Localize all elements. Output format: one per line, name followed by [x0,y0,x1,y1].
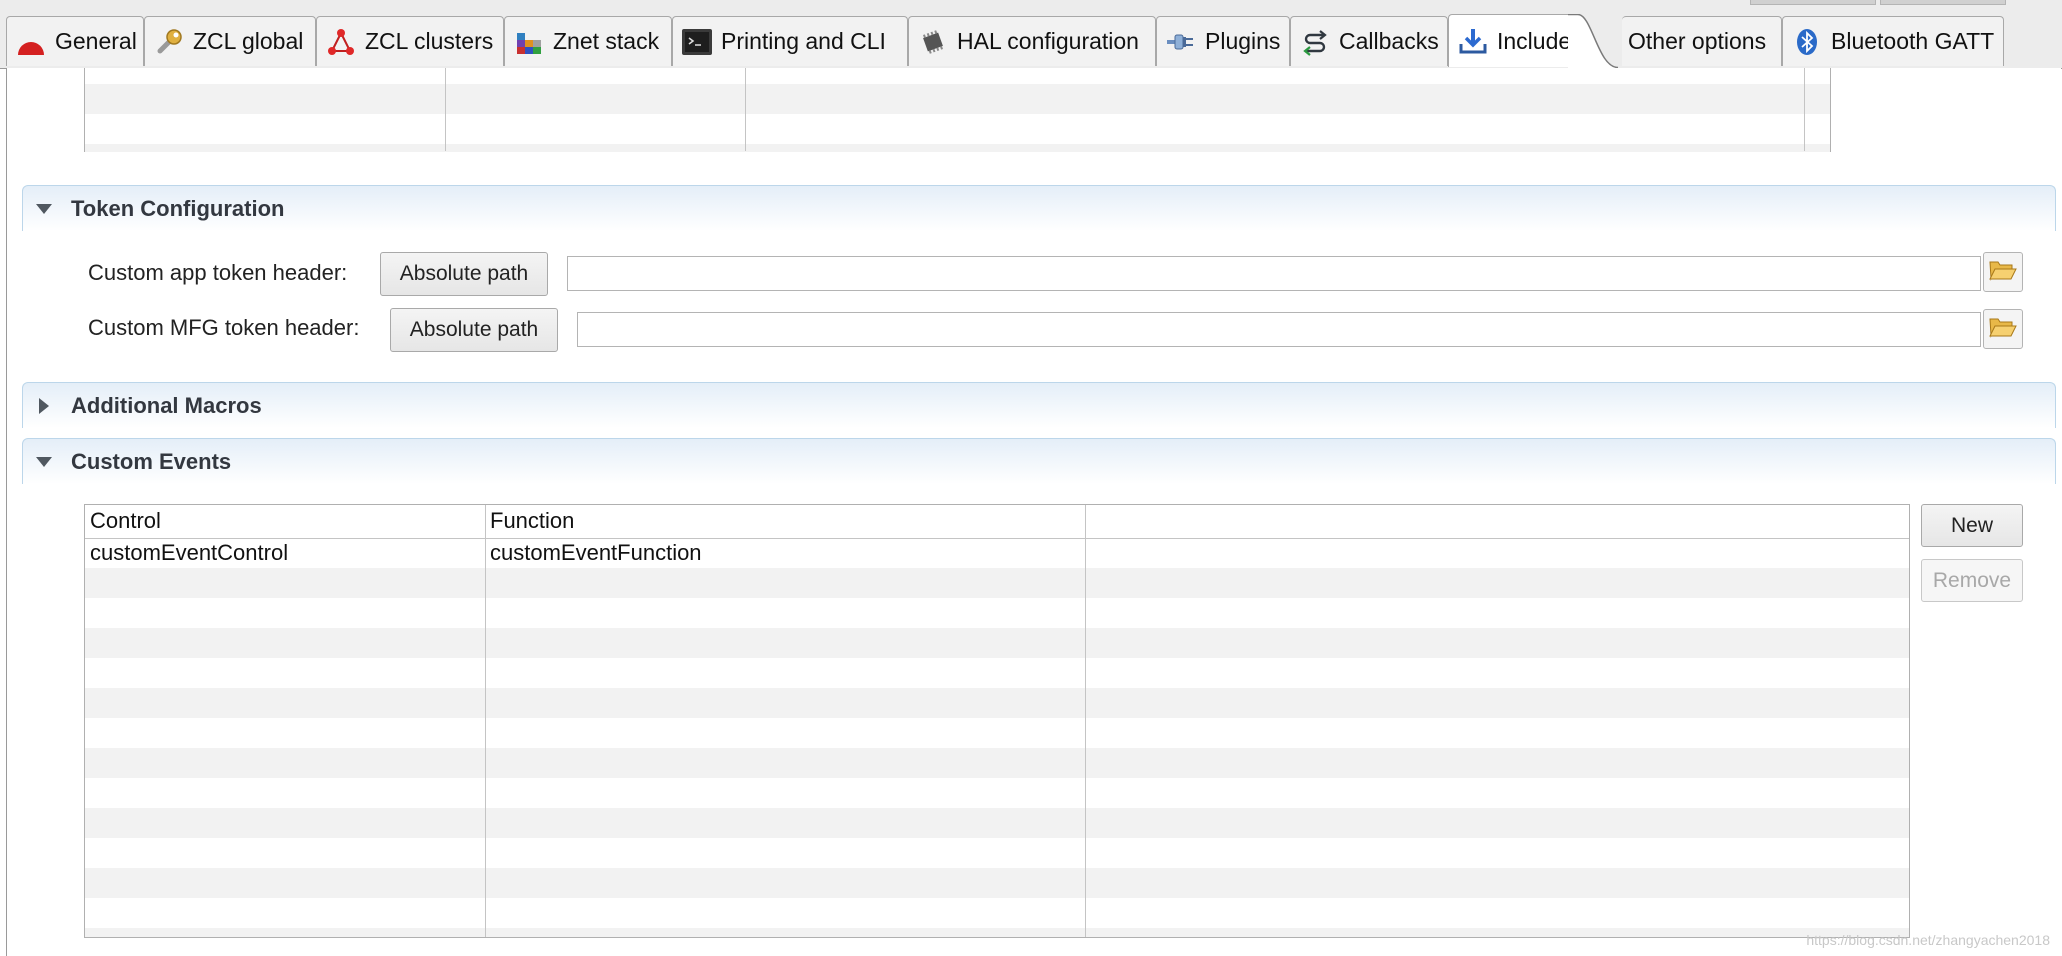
stack-blocks-icon [513,26,545,58]
custom-mfg-token-header-field[interactable] [577,312,1981,347]
table-row [85,628,1909,658]
watermark-text: https://blog.csdn.net/zhangyachen2018 [1806,932,2050,948]
additional-macros-section-header[interactable]: Additional Macros [22,382,2056,428]
tab-zcl-clusters[interactable]: ZCL clusters [316,16,504,66]
include-paths-table [84,68,1831,152]
terminal-icon [681,26,713,58]
bluetooth-icon [1791,26,1823,58]
remove-event-button[interactable]: Remove [1921,559,2023,602]
table-row [85,598,1909,628]
expand-triangle-icon[interactable] [36,203,52,214]
table-row [85,718,1909,748]
column-header-control[interactable]: Control [90,508,161,534]
toolbar-button-edge [1880,0,2006,5]
tab-label: Znet stack [553,28,660,54]
callback-arrows-icon [1299,26,1331,58]
red-dome-icon [15,26,47,58]
table-row [85,84,1830,114]
app-token-absolute-path-button[interactable]: Absolute path [380,252,548,296]
tab-label: ZCL global [193,28,304,54]
tab-plugins[interactable]: Plugins [1156,16,1290,66]
custom-events-section-header[interactable]: Custom Events [22,438,2056,484]
tab-label: General [55,28,137,54]
table-row [85,688,1909,718]
table-row [85,898,1909,928]
wrench-icon [153,26,185,58]
section-title: Additional Macros [71,392,262,418]
app-token-browse-button[interactable] [1983,252,2023,292]
table-row [85,144,1830,152]
tab-general[interactable]: General [6,16,144,66]
expand-triangle-icon[interactable] [36,456,52,467]
column-divider [1085,505,1086,937]
custom-app-token-header-label: Custom app token header: [88,260,348,285]
table-row [85,778,1909,808]
tab-hal-configuration[interactable]: HAL configuration [908,16,1156,66]
custom-app-token-header-field[interactable] [567,256,1981,291]
table-row [85,928,1909,937]
tab-printing-and-cli[interactable]: Printing and CLI [672,16,908,66]
table-row [85,748,1909,778]
chip-icon [917,26,949,58]
download-tray-icon [1457,25,1489,57]
tab-label: Plugins [1205,28,1281,54]
folder-open-icon [1988,315,2018,344]
tab-bluetooth-gatt[interactable]: Bluetooth GATT [1782,16,2004,66]
collapse-triangle-icon[interactable] [37,397,51,414]
event-control-cell[interactable]: customEventControl [90,540,288,566]
active-tab-curve [1568,14,1619,68]
tab-callbacks[interactable]: Callbacks [1290,16,1448,66]
table-row[interactable]: customEventControl customEventFunction [85,538,1909,568]
custom-mfg-token-header-label: Custom MFG token header: [88,315,360,340]
tab-label: ZCL clusters [365,28,494,54]
table-row [85,838,1909,868]
column-divider [485,505,486,937]
custom-events-table[interactable]: Control Function customEventControl cust… [84,504,1910,938]
column-header-function[interactable]: Function [490,508,574,534]
tab-label: Includes [1497,27,1578,54]
tab-label: HAL configuration [957,28,1139,54]
tab-label: Printing and CLI [721,28,886,54]
plug-icon [1165,26,1197,58]
tab-label: Other options [1628,28,1767,54]
tab-label: Bluetooth GATT [1831,28,1995,54]
new-event-button[interactable]: New [1921,504,2023,547]
editor-tab-bar: General ZCL global ZCL clusters Znet sta… [0,0,2062,69]
token-configuration-section-header[interactable]: Token Configuration [22,185,2056,231]
mfg-token-browse-button[interactable] [1983,309,2023,349]
cluster-nodes-icon [325,26,357,58]
section-title: Token Configuration [71,195,285,221]
table-header: Control Function [85,505,1909,539]
tab-other-options[interactable]: Other options [1622,16,1782,66]
tab-label: Callbacks [1339,28,1439,54]
column-divider [1804,68,1805,151]
tab-includes[interactable]: Includes [1448,14,1578,67]
folder-open-icon [1988,258,2018,287]
mfg-token-absolute-path-button[interactable]: Absolute path [390,308,558,352]
tab-znet-stack[interactable]: Znet stack [504,16,672,66]
column-divider [445,68,446,151]
table-row [85,568,1909,598]
tab-zcl-global[interactable]: ZCL global [144,16,316,66]
toolbar-button-edge [1750,0,1876,5]
event-function-cell[interactable]: customEventFunction [490,540,702,566]
table-row [85,658,1909,688]
table-row [85,868,1909,898]
section-title: Custom Events [71,448,232,474]
column-divider [745,68,746,151]
table-row [85,808,1909,838]
